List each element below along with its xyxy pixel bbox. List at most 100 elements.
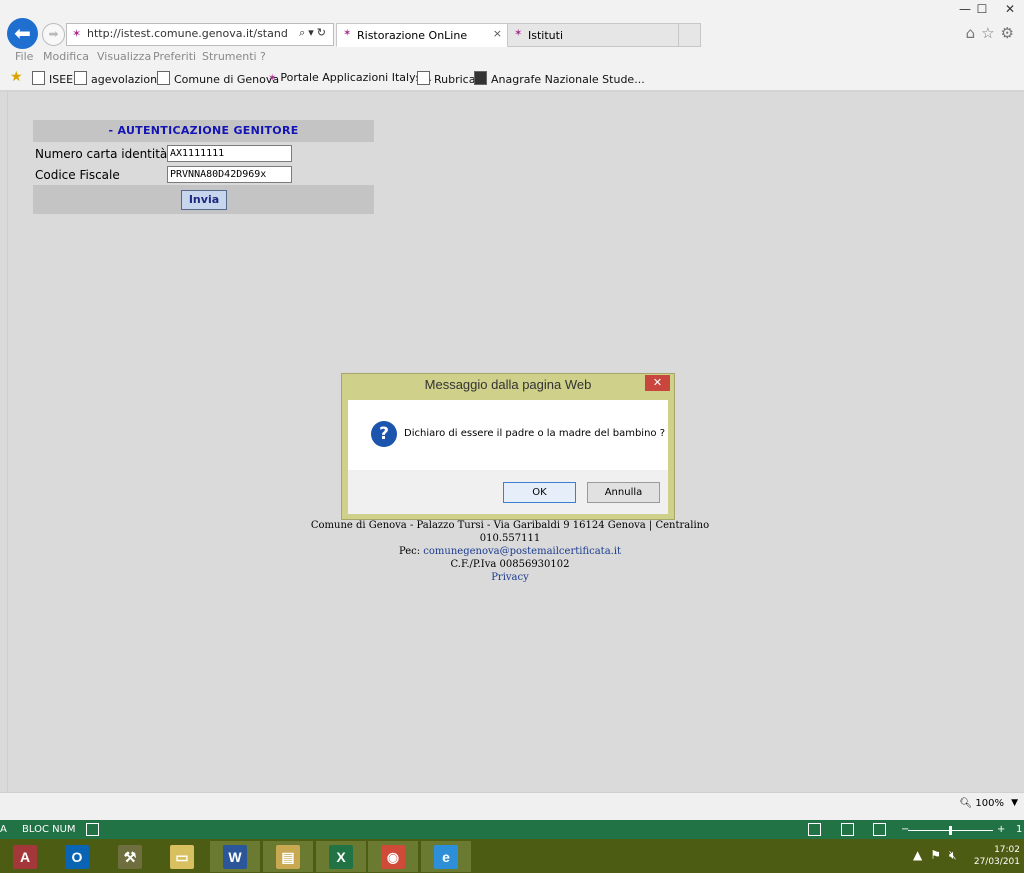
ie-page-icon: ✶ xyxy=(343,28,352,39)
clock[interactable]: 17:02 27/03/201 xyxy=(974,844,1020,868)
maximize-button[interactable]: ☐ xyxy=(972,2,992,18)
menu-preferiti[interactable]: Preferiti xyxy=(153,50,196,63)
taskbar-explorer[interactable]: ▤ xyxy=(263,841,313,872)
pec-email-link[interactable]: comunegenova@postemailcertificata.it xyxy=(423,546,621,557)
menu-file[interactable]: File xyxy=(15,50,33,63)
taskbar-chrome[interactable]: ◉ xyxy=(368,841,418,872)
cancel-button[interactable]: Annulla xyxy=(587,482,660,503)
tab-label: Ristorazione OnLine xyxy=(357,29,468,42)
confirm-dialog: Messaggio dalla pagina Web ✕ ? Dichiaro … xyxy=(341,373,675,520)
ok-button[interactable]: OK xyxy=(503,482,576,503)
dialog-title: Messaggio dalla pagina Web xyxy=(424,377,592,392)
page-icon xyxy=(157,71,170,85)
flag-icon[interactable]: ⚑ xyxy=(930,848,949,862)
calendar-icon xyxy=(474,71,487,85)
address-tools: ⌕▾↻ xyxy=(299,26,329,40)
taskbar-word[interactable]: W xyxy=(210,841,260,872)
page-layout-icon[interactable] xyxy=(841,823,854,836)
tab-label: Istituti xyxy=(528,29,563,42)
page-icon xyxy=(417,71,430,85)
forward-button[interactable]: ➡ xyxy=(42,23,65,46)
arrow-left-icon: ⬅ xyxy=(14,21,31,45)
close-tab-icon[interactable]: × xyxy=(493,27,502,40)
ie-icon: ✶ xyxy=(268,73,277,84)
dropdown-icon[interactable]: ▾ xyxy=(308,26,317,39)
close-window-button[interactable]: ✕ xyxy=(1000,2,1020,18)
zoom-dropdown-icon[interactable]: ▼ xyxy=(1011,798,1018,808)
zoom-slider-knob[interactable] xyxy=(949,826,952,835)
taskbar-outlook[interactable]: O xyxy=(52,841,102,872)
dialog-close-button[interactable]: ✕ xyxy=(645,375,670,391)
favorites-star-icon[interactable]: ☆ xyxy=(981,24,1000,42)
auth-title: - AUTENTICAZIONE GENITORE xyxy=(33,120,374,142)
fav-label: agevolazione xyxy=(91,73,164,86)
auth-footer: Invia xyxy=(33,185,374,214)
tools-icon: ⚒ xyxy=(118,845,142,869)
home-icon[interactable]: ⌂ xyxy=(966,24,982,42)
menu-modifica[interactable]: Modifica xyxy=(43,50,89,63)
tab-ristorazione[interactable]: ✶ Ristorazione OnLine × xyxy=(336,23,508,47)
zoom-in-icon[interactable]: + xyxy=(997,824,1005,835)
arrow-right-icon: ➡ xyxy=(48,27,59,41)
address-bar[interactable]: ✶ http://istest.comune.genova.it/standar… xyxy=(66,23,334,46)
tab-istituti[interactable]: ✶ Istituti xyxy=(507,23,679,47)
gear-icon[interactable]: ⚙ xyxy=(1001,24,1020,42)
volume-muted-icon[interactable]: 🔇︎ xyxy=(949,848,965,862)
new-tab-button[interactable] xyxy=(678,23,701,47)
id-card-input[interactable]: AX1111111 xyxy=(167,145,292,162)
privacy-link[interactable]: Privacy xyxy=(300,571,720,584)
system-tray: ▲⚑🔇︎ xyxy=(913,848,965,863)
back-button[interactable]: ⬅ xyxy=(7,18,38,49)
fav-comune-genova[interactable]: Comune di Genova xyxy=(157,71,279,86)
dialog-message: Dichiaro di essere il padre o la madre d… xyxy=(404,428,666,439)
refresh-icon[interactable]: ↻ xyxy=(317,26,329,39)
fav-anagrafe[interactable]: Anagrafe Nazionale Stude... xyxy=(474,71,645,86)
page-footer: Comune di Genova - Palazzo Tursi - Via G… xyxy=(300,519,720,584)
page-icon xyxy=(74,71,87,85)
page-icon xyxy=(32,71,45,85)
macro-icon[interactable] xyxy=(86,823,99,836)
fav-agevolazione[interactable]: agevolazione xyxy=(74,71,164,86)
outlook-icon: O xyxy=(65,845,89,869)
browser-toolbar-icons: ⌂☆⚙ xyxy=(966,24,1020,42)
taskbar-folder[interactable]: ▭ xyxy=(157,841,207,872)
zoom-value: 100% xyxy=(975,798,1004,809)
file-explorer-icon: ▤ xyxy=(276,845,300,869)
internet-explorer-icon: e xyxy=(434,845,458,869)
taskbar-access[interactable]: A xyxy=(0,841,50,872)
fav-label: ISEE xyxy=(49,73,74,86)
taskbar-tools[interactable]: ⚒ xyxy=(105,841,155,872)
office-status-bar: A BLOC NUM − + 1 xyxy=(0,820,1024,839)
fav-rubrica[interactable]: Rubrica xyxy=(417,71,475,86)
access-icon: A xyxy=(13,845,37,869)
tax-code-input[interactable]: PRVNNA80D42D969x xyxy=(167,166,292,183)
fav-label: Anagrafe Nazionale Stude... xyxy=(491,73,645,86)
fav-portale[interactable]: ✶ Portale Applicazioni Italys... xyxy=(268,71,432,84)
submit-button[interactable]: Invia xyxy=(181,190,227,210)
taskbar: A O ⚒ ▭ W ▤ X ◉ e xyxy=(0,839,1024,873)
search-icon[interactable]: ⌕ xyxy=(299,26,308,39)
tax-code-label: Codice Fiscale xyxy=(35,168,120,182)
taskbar-excel[interactable]: X xyxy=(316,841,366,872)
ie-page-icon: ✶ xyxy=(514,28,523,39)
dialog-body: ? Dichiaro di essere il padre o la madre… xyxy=(348,400,668,514)
fav-isee[interactable]: ISEE xyxy=(32,71,73,86)
address-line: Comune di Genova - Palazzo Tursi - Via G… xyxy=(310,520,710,544)
menu-bar: File Modifica Visualizza Preferiti Strum… xyxy=(0,48,1024,66)
pec-line: Pec: comunegenova@postemailcertificata.i… xyxy=(300,545,720,558)
menu-visualizza[interactable]: Visualizza xyxy=(97,50,151,63)
menu-help[interactable]: ? xyxy=(260,50,266,63)
browser-status-bar xyxy=(0,792,1024,820)
normal-view-icon[interactable] xyxy=(808,823,821,836)
chevron-up-icon[interactable]: ▲ xyxy=(913,848,930,862)
zoom-level[interactable]: 🔍︎ 100% xyxy=(960,798,1004,809)
id-card-label: Numero carta identità xyxy=(35,147,168,161)
folder-icon: ▭ xyxy=(170,845,194,869)
favorites-bar: ISEE agevolazione Comune di Genova ✶ Port… xyxy=(0,67,1024,89)
office-left-text: A xyxy=(0,824,7,835)
page-break-icon[interactable] xyxy=(873,823,886,836)
office-right-text: 1 xyxy=(1016,824,1023,835)
url-text[interactable]: http://istest.comune.genova.it/standard.… xyxy=(87,27,287,40)
taskbar-ie[interactable]: e xyxy=(421,841,471,872)
menu-strumenti[interactable]: Strumenti xyxy=(202,50,257,63)
